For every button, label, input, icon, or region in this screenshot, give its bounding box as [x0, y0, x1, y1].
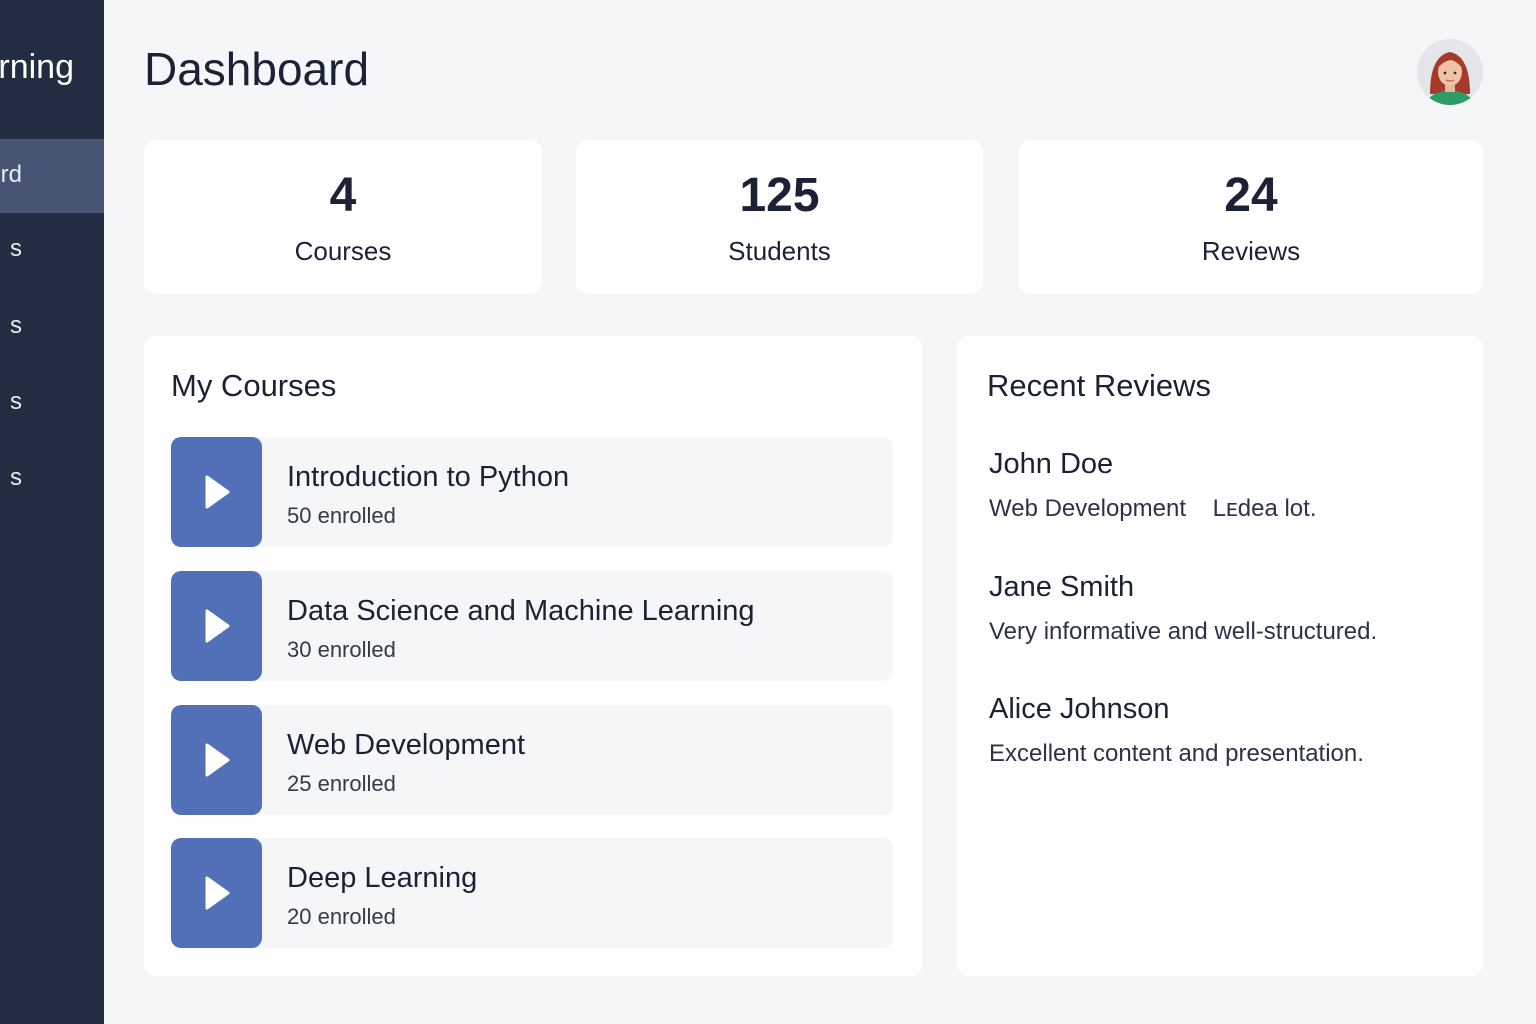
sidebar-item-label: s [10, 388, 22, 415]
stat-value: 4 [329, 169, 357, 222]
course-title: Deep Learning [287, 862, 478, 894]
play-icon [205, 609, 229, 643]
course-enrolled-count: 30 enrolled [287, 637, 396, 662]
course-thumbnail[interactable] [171, 705, 262, 815]
app-brand: rning [0, 48, 74, 86]
sidebar-item-dashboard[interactable]: rd [0, 139, 104, 213]
my-courses-panel: My Courses Introduction to Python 50 enr… [144, 336, 922, 976]
course-item[interactable]: Web Development 25 enrolled [171, 705, 893, 815]
course-title: Web Development [287, 729, 526, 761]
course-enrolled-count: 25 enrolled [287, 771, 396, 796]
course-item[interactable]: Introduction to Python 50 enrolled [171, 437, 893, 547]
my-courses-heading: My Courses [171, 368, 337, 403]
reviewer-name: John Doe [989, 448, 1114, 480]
recent-reviews-heading: Recent Reviews [987, 368, 1211, 403]
review-item: Jane Smith Very informative and well-str… [989, 571, 1449, 646]
course-thumbnail[interactable] [171, 838, 262, 948]
course-title: Introduction to Python [287, 461, 570, 493]
stat-value: 125 [739, 169, 820, 222]
stat-card-courses: 4 Courses [144, 140, 542, 294]
stat-label: Students [728, 236, 831, 266]
sidebar-item-5[interactable]: s [0, 442, 104, 516]
sidebar-item-3[interactable]: s [0, 290, 104, 364]
review-text: Excellent content and presentation. [989, 740, 1364, 767]
stat-value: 24 [1224, 169, 1278, 222]
sidebar-item-label: s [10, 235, 22, 262]
play-icon [205, 475, 229, 509]
course-thumbnail[interactable] [171, 571, 262, 681]
review-item: John Doe Web Development Lᴇdea lot. [989, 448, 1449, 523]
play-icon [205, 743, 229, 777]
sidebar: rning rd s s s s [0, 0, 104, 1024]
sidebar-item-label: s [10, 312, 22, 339]
recent-reviews-panel: Recent Reviews John Doe Web Development … [957, 336, 1483, 976]
page-title: Dashboard [144, 43, 370, 95]
reviewer-name: Jane Smith [989, 571, 1135, 603]
stat-card-students: 125 Students [576, 140, 983, 294]
reviewer-name: Alice Johnson [989, 693, 1170, 725]
stat-label: Courses [294, 236, 392, 266]
review-text: Very informative and well-structured. [989, 618, 1378, 645]
sidebar-item-label: rd [0, 161, 22, 188]
stat-label: Reviews [1201, 236, 1301, 266]
course-enrolled-count: 50 enrolled [287, 503, 396, 528]
course-item[interactable]: Deep Learning 20 enrolled [171, 838, 893, 948]
course-thumbnail[interactable] [171, 437, 262, 547]
review-text: Web Development Lᴇdea lot. [989, 495, 1317, 522]
course-title: Data Science and Machine Learning [287, 595, 755, 627]
sidebar-item-label: s [10, 464, 22, 491]
sidebar-item-4[interactable]: s [0, 366, 104, 440]
user-avatar-icon[interactable] [1416, 36, 1484, 108]
play-icon [205, 876, 229, 910]
stat-card-reviews: 24 Reviews [1019, 140, 1483, 294]
sidebar-item-2[interactable]: s [0, 213, 104, 287]
review-item: Alice Johnson Excellent content and pres… [989, 693, 1449, 768]
course-item[interactable]: Data Science and Machine Learning 30 enr… [171, 571, 893, 681]
course-enrolled-count: 20 enrolled [287, 904, 396, 929]
